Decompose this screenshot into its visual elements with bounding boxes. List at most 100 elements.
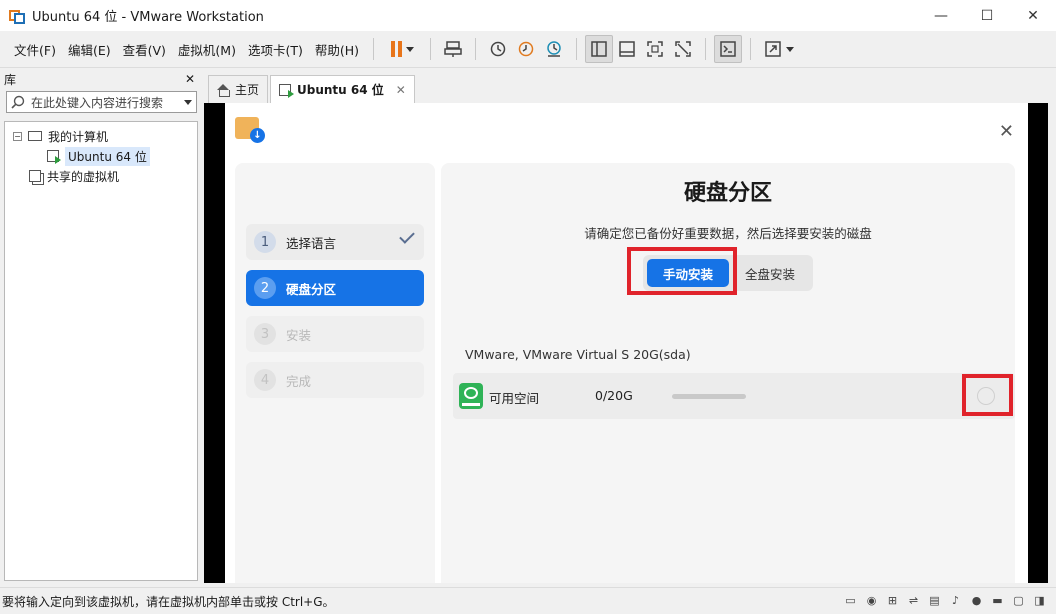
tree-item-label: 我的计算机 — [48, 129, 109, 144]
tab-bar: 主页 Ubuntu 64 位 ✕ — [204, 69, 1056, 103]
step-label: 安装 — [286, 327, 312, 343]
disk-label: 可用空间 — [489, 391, 540, 406]
page-subtitle: 请确定您已备份好重要数据，然后选择要安装的磁盘 — [584, 226, 872, 241]
status-bar: 要将输入定向到该虚拟机，请在虚拟机内部单击或按 Ctrl+G。 ▭ ◉ ⊞ ⇌ … — [0, 587, 1056, 614]
snapshot-button[interactable] — [484, 35, 512, 63]
usb-icon[interactable]: ⇌ — [905, 592, 922, 608]
menu-vm[interactable]: 虚拟机(M) — [172, 40, 242, 59]
maximize-button[interactable]: ☐ — [964, 0, 1010, 31]
tab-ubuntu-vm[interactable]: Ubuntu 64 位 ✕ — [270, 75, 415, 103]
highlight-box — [627, 247, 737, 295]
display-icon[interactable]: ▬ — [989, 592, 1006, 608]
unity-icon — [675, 41, 691, 57]
partition-panel: 硬盘分区 请确定您已备份好重要数据，然后选择要安装的磁盘 手动安装 全盘安装 V… — [441, 163, 1015, 583]
tree-item-label: Ubuntu 64 位 — [65, 146, 150, 166]
snapshot-manager-button[interactable] — [540, 35, 568, 63]
step-disk-partition[interactable]: 2 硬盘分区 — [246, 270, 424, 306]
library-close-button[interactable]: ✕ — [185, 72, 195, 86]
full-screen-button[interactable] — [641, 35, 669, 63]
snapshot-clock-icon — [490, 41, 506, 57]
disk-row[interactable]: 可用空间 0/20G — [453, 373, 1015, 419]
send-keys-button[interactable] — [439, 35, 467, 63]
step-finish: 4 完成 — [246, 362, 424, 398]
toolbar-separator — [430, 38, 432, 60]
stretch-icon — [765, 41, 781, 57]
stretch-status-icon[interactable]: ◨ — [1031, 592, 1048, 608]
installer-logo-icon: ↓ — [235, 115, 265, 143]
toolbar-separator — [373, 38, 375, 60]
tab-close-button[interactable]: ✕ — [396, 83, 406, 97]
step-number: 2 — [254, 277, 276, 299]
full-disk-install-button[interactable]: 全盘安装 — [729, 259, 811, 287]
message-icon[interactable]: ▢ — [1010, 592, 1027, 608]
show-library-button[interactable] — [585, 35, 614, 63]
tree-item-shared-vms[interactable]: 共享的虚拟机 — [5, 166, 197, 186]
library-tree: − 我的计算机 Ubuntu 64 位 共享的虚拟机 — [4, 121, 198, 581]
full-screen-icon — [647, 41, 663, 57]
terminal-icon — [720, 41, 736, 57]
menu-file[interactable]: 文件(F) — [8, 40, 62, 59]
sound-icon[interactable]: ♪ — [947, 592, 964, 608]
menu-tabs[interactable]: 选项卡(T) — [242, 40, 309, 59]
search-placeholder: 在此处键入内容进行搜索 — [31, 95, 164, 110]
camera-icon[interactable]: ● — [968, 592, 985, 608]
chevron-down-icon — [405, 46, 414, 52]
disk-name: VMware, VMware Virtual S 20G(sda) — [465, 347, 691, 362]
pause-icon — [390, 41, 402, 57]
toolbar-separator — [750, 38, 752, 60]
checkmark-icon — [399, 228, 415, 244]
tab-label: Ubuntu 64 位 — [297, 83, 384, 97]
hard-disk-icon[interactable]: ▭ — [842, 592, 859, 608]
console-view-button[interactable] — [714, 35, 743, 63]
printer-icon[interactable]: ▤ — [926, 592, 943, 608]
steps-panel: 1 选择语言 2 硬盘分区 3 安装 4 完成 — [235, 163, 435, 583]
device-status-icons: ▭ ◉ ⊞ ⇌ ▤ ♪ ● ▬ ▢ ◨ — [842, 592, 1048, 608]
toolbar-separator — [705, 38, 707, 60]
minimize-button[interactable]: — — [918, 0, 964, 31]
menu-edit[interactable]: 编辑(E) — [62, 40, 117, 59]
toolbar-separator — [576, 38, 578, 60]
library-search-input[interactable]: 在此处键入内容进行搜索 — [6, 91, 197, 113]
vm-console[interactable]: ↓ ✕ 1 选择语言 2 硬盘分区 3 安装 4 完成 硬盘分区 请确定您已备份… — [204, 103, 1048, 583]
revert-snapshot-icon — [518, 41, 534, 57]
window-controls: — ☐ ✕ — [918, 0, 1056, 31]
thumbnail-bar-button[interactable] — [613, 35, 641, 63]
send-keys-icon — [444, 41, 462, 57]
title-bar: Ubuntu 64 位 - VMware Workstation — ☐ ✕ — [0, 0, 1056, 31]
pause-button[interactable] — [382, 35, 422, 63]
shared-vm-icon — [29, 170, 41, 182]
chevron-down-icon — [786, 46, 795, 52]
disk-usage-bar — [672, 394, 746, 399]
stretch-guest-button[interactable] — [759, 35, 799, 63]
tab-label: 主页 — [235, 83, 260, 97]
installer-close-button[interactable]: ✕ — [999, 121, 1014, 142]
tree-item-label: 共享的虚拟机 — [47, 169, 120, 184]
tree-item-ubuntu-vm[interactable]: Ubuntu 64 位 — [5, 146, 197, 166]
vmware-logo-icon — [9, 8, 25, 24]
tree-item-my-computer[interactable]: − 我的计算机 — [5, 126, 197, 146]
revert-snapshot-button[interactable] — [512, 35, 540, 63]
search-icon — [11, 95, 25, 109]
menu-help[interactable]: 帮助(H) — [309, 40, 365, 59]
menu-view[interactable]: 查看(V) — [117, 40, 172, 59]
close-window-button[interactable]: ✕ — [1010, 0, 1056, 31]
toolbar-separator — [475, 38, 477, 60]
cd-rom-icon[interactable]: ◉ — [863, 592, 880, 608]
chevron-down-icon[interactable] — [184, 99, 192, 105]
vm-running-icon — [279, 83, 295, 98]
step-label: 硬盘分区 — [286, 281, 337, 297]
collapse-toggle-icon[interactable]: − — [13, 131, 22, 141]
tab-home[interactable]: 主页 — [208, 75, 269, 103]
home-icon — [217, 83, 230, 97]
download-arrow-icon: ↓ — [250, 128, 265, 143]
snapshot-manager-icon — [547, 41, 561, 57]
unity-button[interactable] — [669, 35, 697, 63]
network-icon[interactable]: ⊞ — [884, 592, 901, 608]
console-scrollbar — [1028, 103, 1048, 583]
status-text: 要将输入定向到该虚拟机，请在虚拟机内部单击或按 Ctrl+G。 — [2, 594, 335, 609]
computer-icon — [28, 131, 42, 141]
step-select-language[interactable]: 1 选择语言 — [246, 224, 424, 260]
page-title: 硬盘分区 — [683, 181, 772, 206]
window-title: Ubuntu 64 位 - VMware Workstation — [32, 10, 264, 25]
step-number: 1 — [254, 231, 276, 253]
